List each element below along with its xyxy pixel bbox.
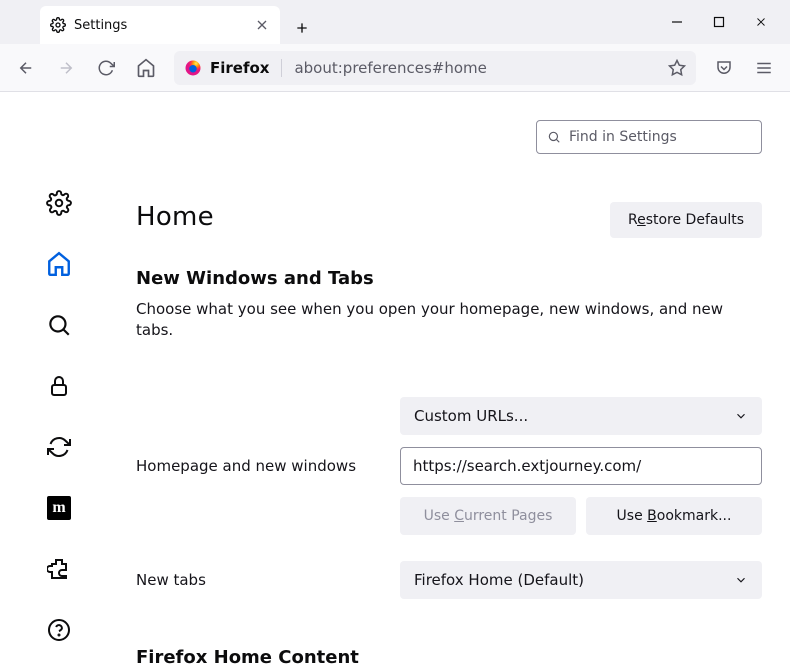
window-maximize-button[interactable] (712, 15, 726, 29)
homepage-url-row: Homepage and new windows (136, 447, 762, 485)
new-tabs-row: New tabs Firefox Home (Default) (136, 561, 762, 599)
new-tabs-select[interactable]: Firefox Home (Default) (400, 561, 762, 599)
use-bookmark-button[interactable]: Use Bookmark... (586, 497, 762, 535)
firefox-icon (184, 59, 202, 77)
homepage-button-row: Use Current Pages Use Bookmark... (400, 497, 762, 535)
preferences-main: Find in Settings Home Restore Defaults N… (118, 92, 790, 643)
category-extensions[interactable] (44, 555, 74, 582)
section-firefox-home-content: Firefox Home Content (136, 647, 762, 668)
new-tabs-label: New tabs (136, 571, 400, 589)
forward-button (48, 50, 84, 86)
select-value: Firefox Home (Default) (414, 571, 584, 589)
reload-button[interactable] (88, 50, 124, 86)
new-tab-button[interactable] (286, 12, 318, 44)
category-more-from-mozilla[interactable]: m (44, 494, 74, 521)
navigation-toolbar: Firefox about:preferences#home (0, 44, 790, 92)
homepage-select-row: Custom URLs... (136, 397, 762, 435)
homepage-label: Homepage and new windows (136, 457, 400, 475)
gear-icon (50, 17, 66, 33)
chevron-down-icon (734, 573, 748, 587)
category-sync[interactable] (44, 434, 74, 461)
preferences-content: m Find in Settings Home Restore Defaults… (0, 92, 790, 643)
use-current-pages-button: Use Current Pages (400, 497, 576, 535)
category-sidebar: m (0, 92, 118, 643)
find-placeholder: Find in Settings (569, 129, 677, 145)
section-new-windows-title: New Windows and Tabs (136, 268, 762, 289)
app-menu-button[interactable] (746, 50, 782, 86)
close-icon[interactable] (254, 17, 270, 33)
homepage-url-input[interactable] (400, 447, 762, 485)
select-value: Custom URLs... (414, 407, 528, 425)
chevron-down-icon (734, 409, 748, 423)
section-new-windows-desc: Choose what you see when you open your h… (136, 299, 762, 341)
restore-defaults-button[interactable]: Restore Defaults (610, 202, 762, 238)
search-icon (547, 130, 561, 144)
homepage-mode-select[interactable]: Custom URLs... (400, 397, 762, 435)
window-minimize-button[interactable] (670, 15, 684, 29)
back-button[interactable] (8, 50, 44, 86)
url-scheme: Firefox (210, 59, 269, 77)
category-help[interactable] (44, 616, 74, 643)
toolbar-home-button[interactable] (128, 50, 164, 86)
tab-settings[interactable]: Settings (40, 6, 280, 44)
category-home[interactable] (44, 251, 74, 278)
url-bar[interactable]: Firefox about:preferences#home (174, 51, 696, 85)
tab-title: Settings (74, 18, 127, 33)
window-close-button[interactable] (754, 15, 768, 29)
save-to-pocket-button[interactable] (706, 50, 742, 86)
category-search[interactable] (44, 312, 74, 339)
separator (281, 59, 282, 77)
url-address: about:preferences#home (294, 59, 660, 77)
bookmark-star-icon[interactable] (668, 59, 686, 77)
find-in-settings-input[interactable]: Find in Settings (536, 120, 762, 154)
category-general[interactable] (44, 190, 74, 217)
category-privacy[interactable] (44, 373, 74, 400)
tab-strip: Settings (0, 0, 790, 44)
